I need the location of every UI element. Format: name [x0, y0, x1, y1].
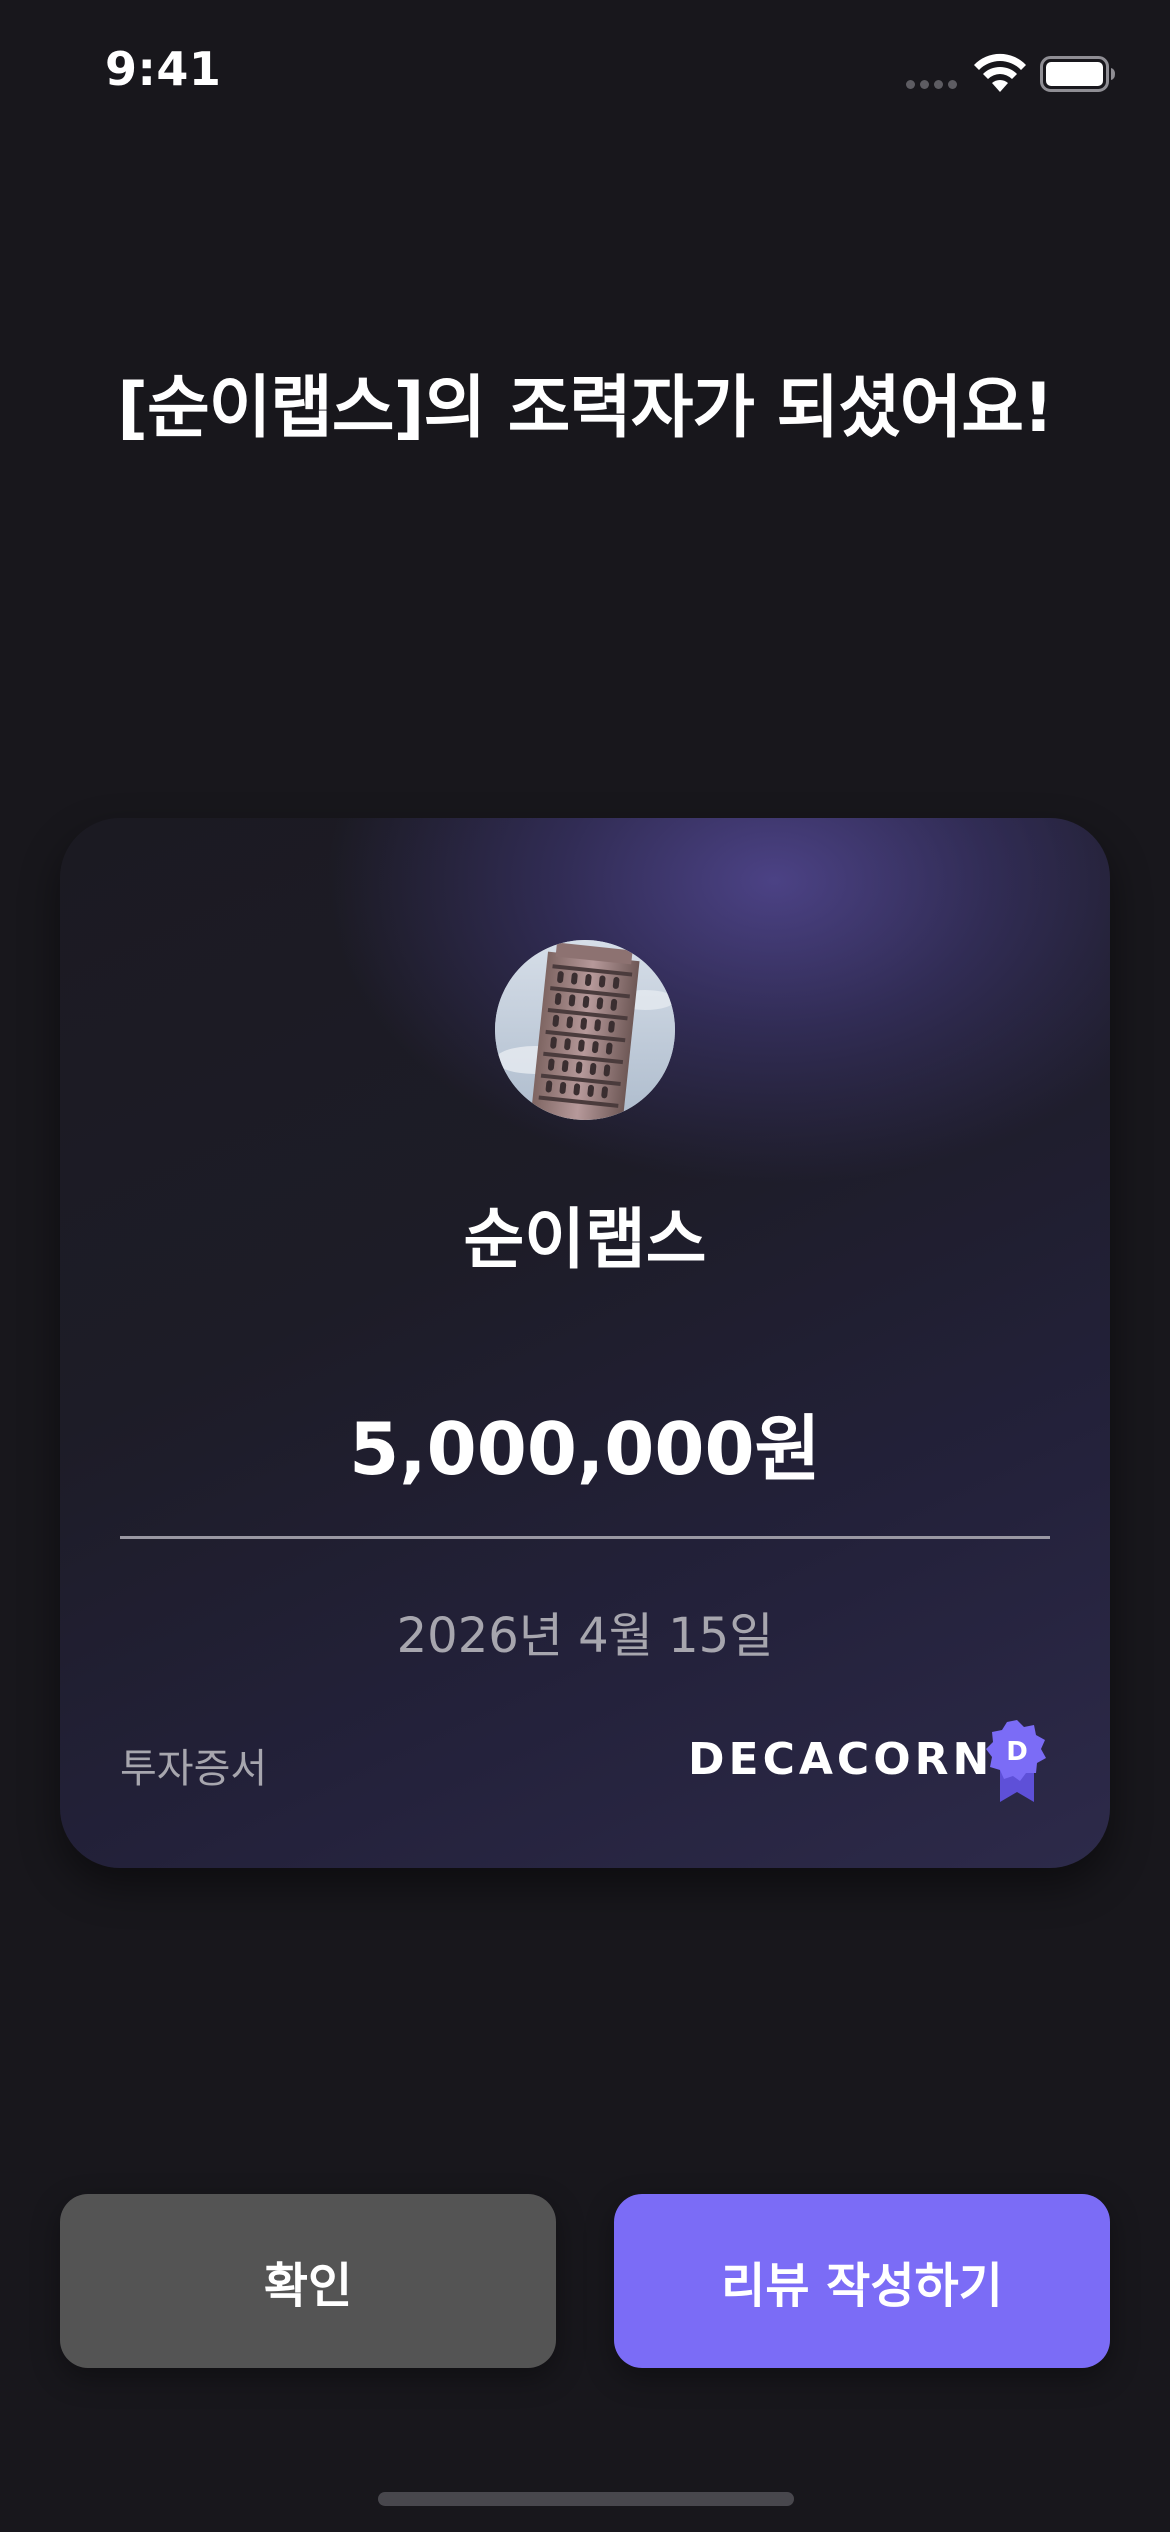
- confirm-button-label: 확인: [263, 2258, 353, 2314]
- company-name: 순이랩스: [463, 1201, 707, 1278]
- company-avatar: [495, 940, 675, 1120]
- investment-amount: 5,000,000원: [349, 1407, 821, 1491]
- certificate-label: 투자증서: [120, 1746, 268, 1792]
- page-title: [순이랩스]의 조력자가 되셨어요!: [117, 369, 1054, 448]
- status-time: 9:41: [105, 42, 222, 96]
- investment-date: 2026년 4월 15일: [396, 1608, 774, 1664]
- divider: [120, 1536, 1050, 1539]
- investment-certificate-card: 순이랩스 5,000,000원 2026년 4월 15일 투자증서 DECACO…: [60, 818, 1110, 1868]
- write-review-button-label: 리뷰 작성하기: [721, 2258, 1003, 2314]
- leaning-tower-photo-icon: [495, 940, 675, 1120]
- confirm-button[interactable]: 확인: [60, 2194, 556, 2368]
- badge-letter: D: [1006, 1737, 1028, 1767]
- battery-icon: [1040, 56, 1115, 92]
- wifi-icon: [974, 53, 1026, 92]
- write-review-button[interactable]: 리뷰 작성하기: [614, 2194, 1110, 2368]
- home-indicator[interactable]: [378, 2492, 794, 2506]
- cellular-signal-icon: [906, 80, 958, 90]
- decacorn-logo: DECACORN: [688, 1734, 994, 1785]
- award-badge-icon: D: [986, 1720, 1046, 1802]
